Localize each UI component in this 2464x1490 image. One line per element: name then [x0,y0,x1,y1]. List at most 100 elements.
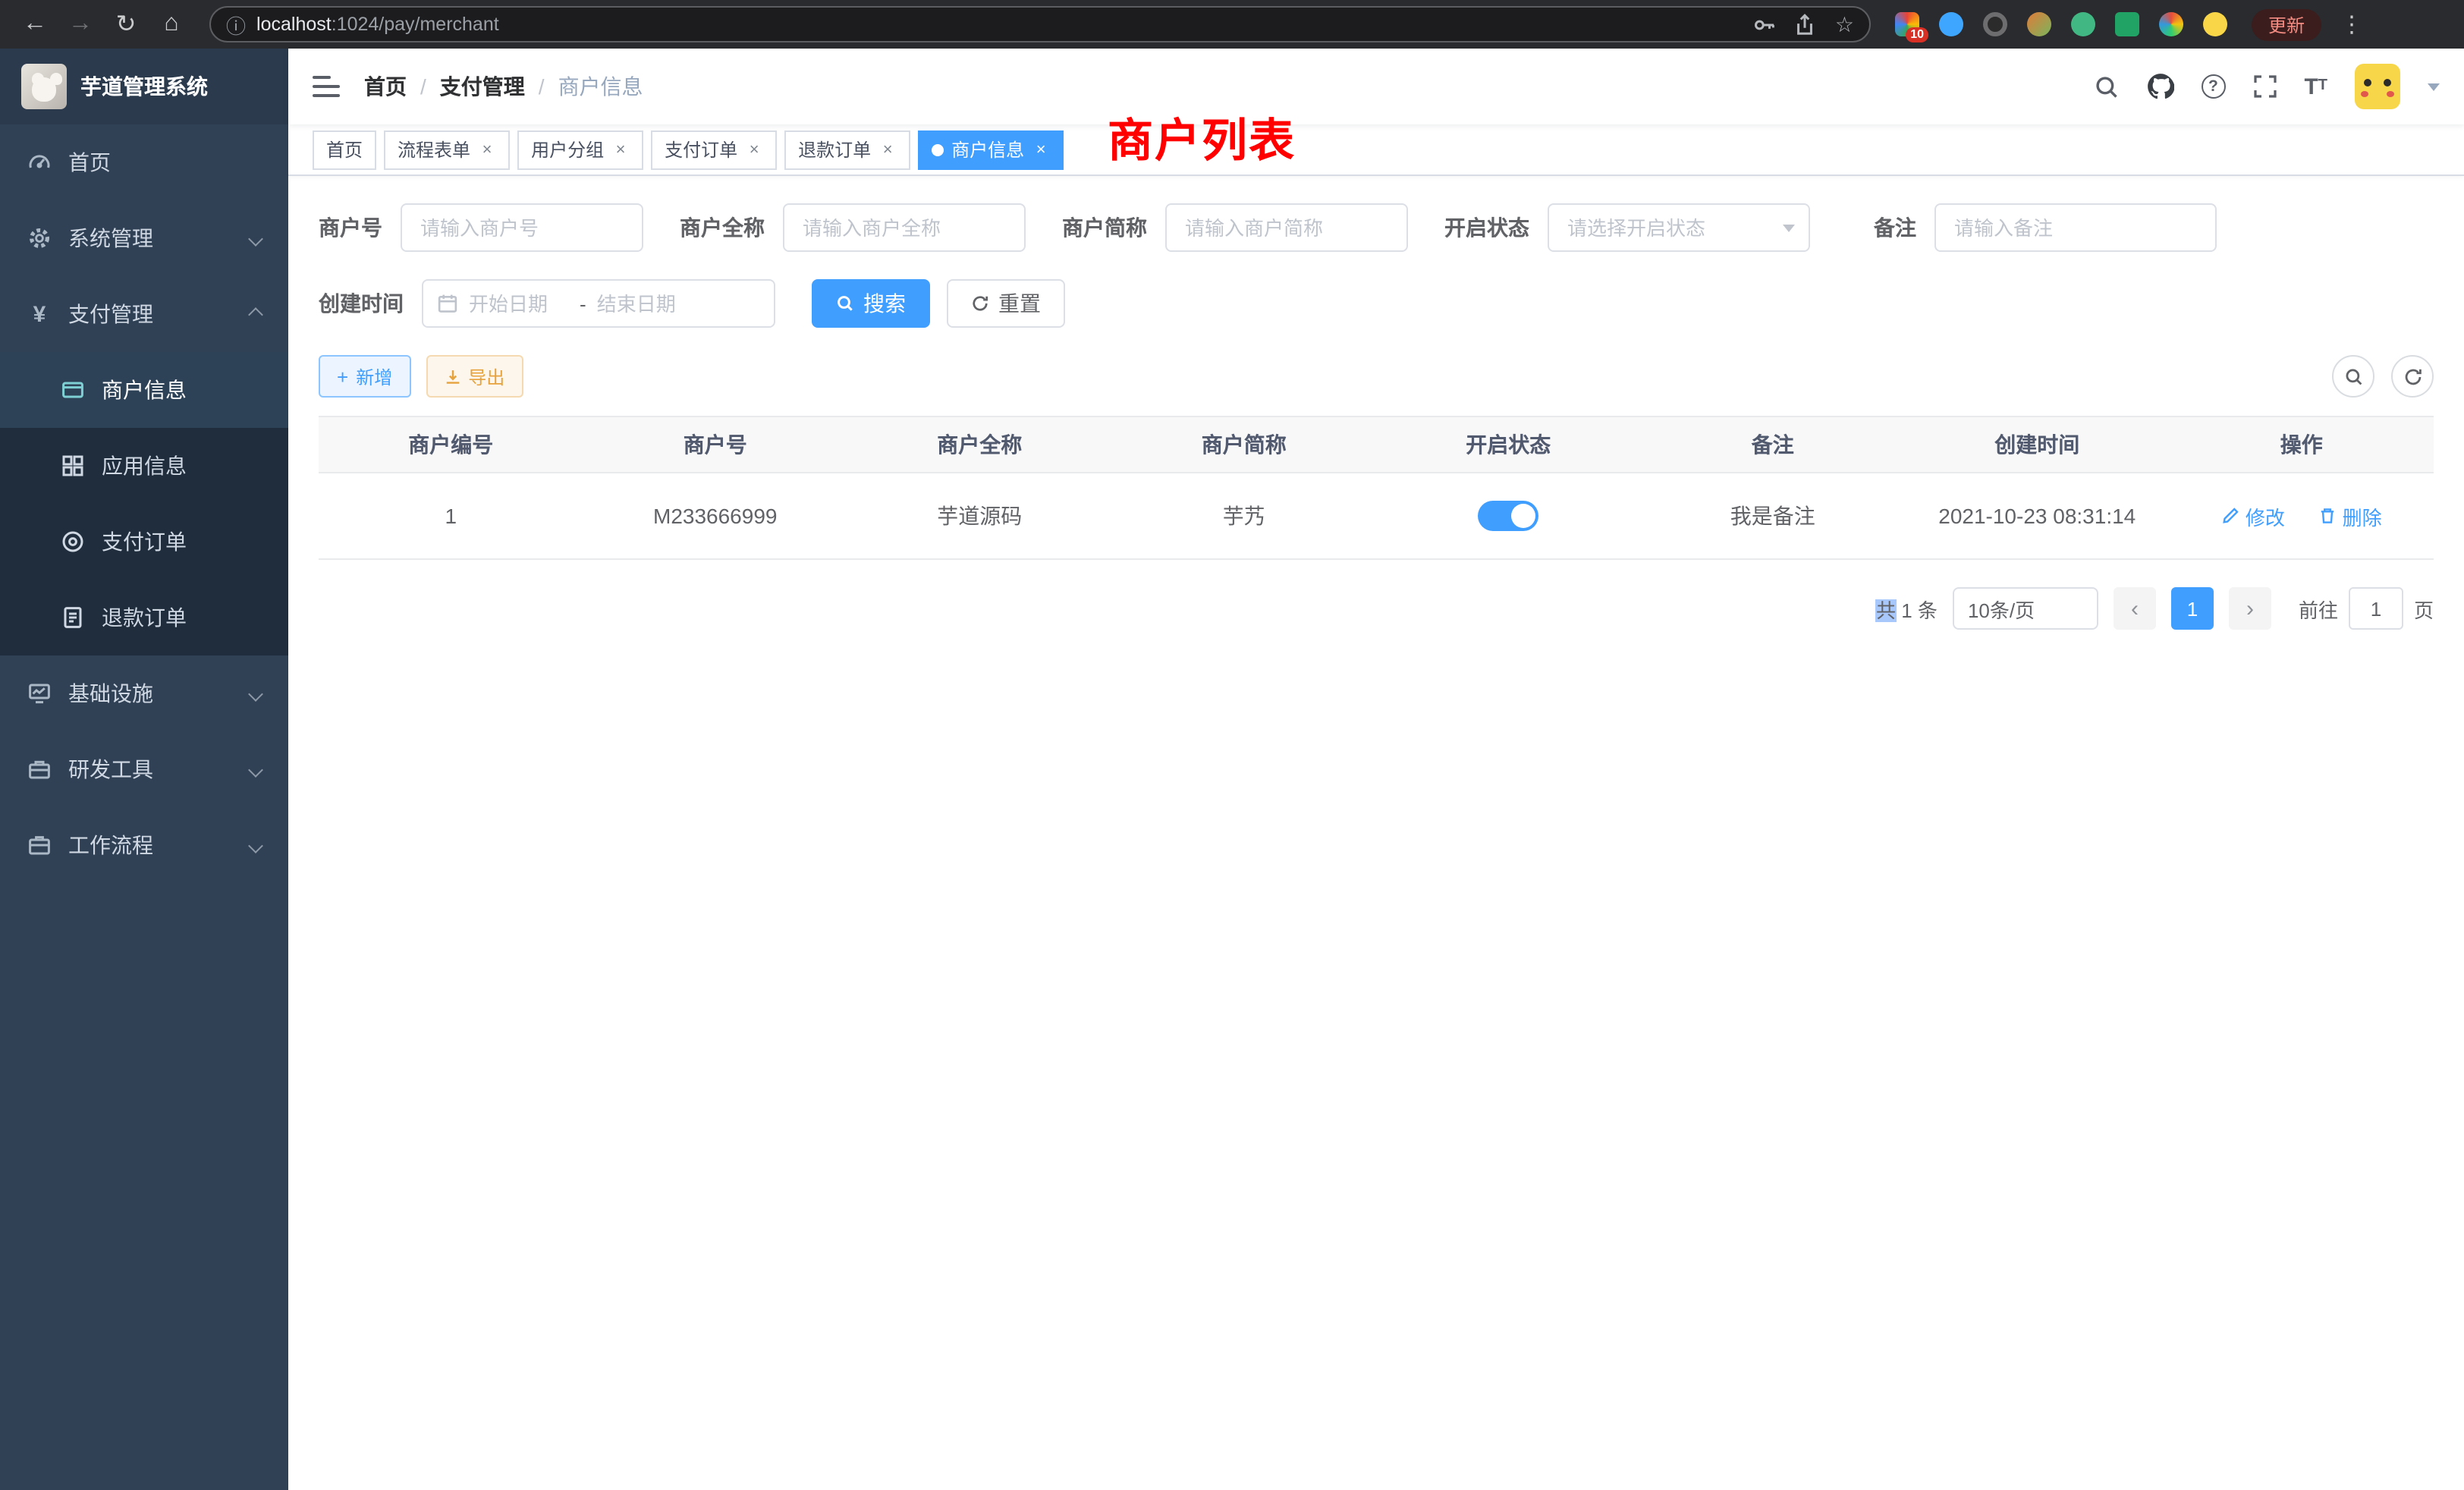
short-name-input[interactable] [1165,203,1408,252]
end-date-input[interactable] [597,292,697,315]
refresh-table-button[interactable] [2391,355,2434,398]
sidebar-item-refund-order[interactable]: 退款订单 [0,580,288,655]
add-button[interactable]: + 新增 [319,355,410,398]
col-header-short-name: 商户简称 [1112,417,1377,473]
export-button[interactable]: 导出 [426,355,523,398]
font-size-icon[interactable]: TT [2304,75,2327,98]
share-icon[interactable] [1794,13,1817,36]
filter-create-time: 创建时间 - [319,279,775,328]
delete-link[interactable]: 删除 [2318,501,2382,530]
cell-full-name: 芋道源码 [847,473,1112,559]
extension-drop-icon[interactable] [1939,12,1963,36]
filter-row-2: 创建时间 - 搜索 重置 [319,279,2434,328]
password-key-icon[interactable] [1753,13,1776,36]
sidebar-item-app-info[interactable]: 应用信息 [0,428,288,504]
browser-forward-icon[interactable]: → [61,5,100,44]
avatar-caret-icon[interactable] [2428,83,2440,90]
browser-reload-icon[interactable]: ↻ [106,5,146,44]
page-number-button[interactable]: 1 [2171,587,2214,630]
reset-button[interactable]: 重置 [947,279,1065,328]
search-icon [836,294,854,313]
browser-update-button[interactable]: 更新 [2252,8,2321,40]
breadcrumb-home[interactable]: 首页 [364,71,407,102]
tag-merchant-info[interactable]: 商户信息× [918,130,1064,169]
edit-link-label: 修改 [2246,501,2285,530]
sidebar-logo[interactable]: 芋道管理系统 [0,49,288,124]
total-count: 共 1 条 [1876,594,1938,623]
fullscreen-icon[interactable] [2252,74,2277,99]
extension-vue-icon[interactable] [2071,12,2095,36]
search-button[interactable]: 搜索 [812,279,930,328]
toggle-search-button[interactable] [2332,355,2374,398]
next-page-button[interactable]: › [2229,587,2271,630]
address-bar[interactable]: ⓘ localhost:1024/pay/merchant ☆ [209,6,1871,42]
bookmark-star-icon[interactable]: ☆ [1835,11,1854,37]
extension-dark-circle-icon[interactable] [1983,12,2007,36]
full-name-input[interactable] [783,203,1026,252]
filter-label: 创建时间 [319,288,404,319]
close-icon[interactable]: × [878,140,897,159]
browser-home-icon[interactable]: ⌂ [152,5,191,44]
omnibox-actions: ☆ [1753,11,1854,37]
navbar-actions: ? TT [2093,64,2440,109]
sidebar-item-label: 首页 [68,147,267,178]
browser-back-icon[interactable]: ← [15,5,55,44]
col-header-full-name: 商户全称 [847,417,1112,473]
prev-page-button[interactable]: ‹ [2114,587,2156,630]
start-date-input[interactable] [469,292,569,315]
site-info-icon[interactable]: ⓘ [226,10,246,39]
briefcase-icon [27,833,52,857]
sidebar-item-home[interactable]: 首页 [0,124,288,200]
help-icon[interactable]: ? [2201,74,2225,99]
goto-page-input[interactable] [2349,587,2403,630]
close-icon[interactable]: × [745,140,763,159]
browser-menu-icon[interactable]: ⋮ [2340,11,2364,38]
avatar[interactable] [2355,64,2400,109]
sidebar-item-payment[interactable]: ¥ 支付管理 [0,276,288,352]
monitor-icon [27,681,52,706]
chevron-down-icon [248,231,263,246]
merchant-no-input[interactable] [401,203,643,252]
edit-link[interactable]: 修改 [2221,501,2285,530]
page-unit-label: 页 [2414,594,2434,623]
sidebar-item-label: 支付管理 [68,299,234,329]
tag-refund-order[interactable]: 退款订单× [784,130,910,169]
extension-grid-icon[interactable]: 10 [1895,12,1919,36]
sidebar-toggle-icon[interactable] [313,76,340,97]
logo-avatar [21,64,67,109]
edit-pencil-icon [2221,507,2239,525]
url-text[interactable]: localhost:1024/pay/merchant [256,14,1743,35]
sidebar-item-dev-tools[interactable]: 研发工具 [0,731,288,807]
sidebar-item-pay-order[interactable]: 支付订单 [0,504,288,580]
extension-green-square-icon[interactable] [2115,12,2139,36]
tag-home[interactable]: 首页 [313,130,376,169]
sidebar-item-label: 工作流程 [68,830,234,860]
status-select[interactable] [1548,203,1810,252]
tag-user-group[interactable]: 用户分组× [517,130,643,169]
chevron-down-icon [248,686,263,701]
download-icon [444,368,460,385]
breadcrumb-payment[interactable]: 支付管理 [440,71,525,102]
sidebar-item-merchant-info[interactable]: 商户信息 [0,352,288,428]
filter-merchant-no: 商户号 [319,203,643,252]
date-range-picker[interactable]: - [422,279,775,328]
extension-avatar-icon[interactable] [2027,12,2051,36]
github-icon[interactable] [2146,73,2173,100]
sidebar-item-system[interactable]: 系统管理 [0,200,288,276]
tag-pay-order[interactable]: 支付订单 × [651,130,777,169]
close-icon[interactable]: × [611,140,630,159]
status-toggle[interactable] [1478,501,1538,531]
search-icon[interactable] [2093,74,2119,99]
page-size-select[interactable]: 10条/页 [1953,587,2098,630]
tag-label: 支付订单 [665,137,737,162]
remark-input[interactable] [1934,203,2217,252]
close-icon[interactable]: × [1032,140,1050,159]
extension-pinwheel-icon[interactable] [2159,12,2183,36]
tag-process-form[interactable]: 流程表单× [384,130,510,169]
card-icon [61,378,85,402]
extension-badge: 10 [1906,27,1928,42]
sidebar-item-infrastructure[interactable]: 基础设施 [0,655,288,731]
sidebar-item-workflow[interactable]: 工作流程 [0,807,288,883]
extension-emoji-icon[interactable] [2203,12,2227,36]
close-icon[interactable]: × [478,140,496,159]
